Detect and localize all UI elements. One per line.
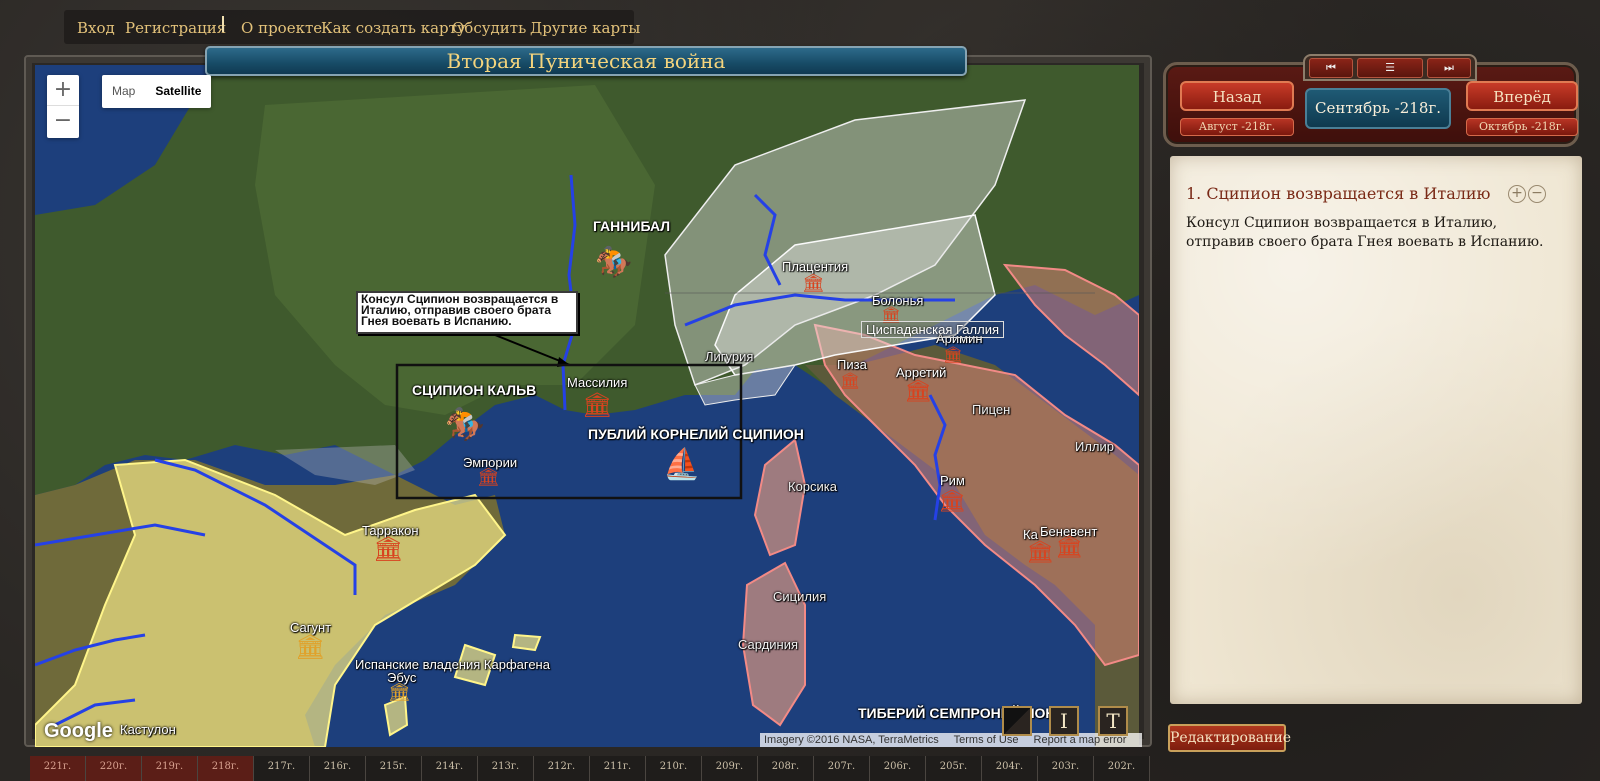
temple-icon-placentia[interactable]: 🏛 [802,273,825,294]
map-title: Вторая Пуническая война [205,46,967,76]
map-type-map-button[interactable]: Map [102,75,145,108]
edit-button[interactable]: Редактирование [1168,724,1291,752]
google-logo: Google [44,720,113,742]
register-link[interactable]: Регистрация [125,19,226,37]
year-208[interactable]: 208г. [758,756,814,781]
year-timeline: 221г. 220г. 219г. 218г. 217г. 216г. 215г… [30,756,1150,781]
label-corsica: Корсика [788,479,837,494]
year-206[interactable]: 206г. [870,756,926,781]
label-scipio-calvus: СЦИПИОН КАЛЬВ [412,382,537,398]
year-214[interactable]: 214г. [422,756,478,781]
year-220[interactable]: 220г. [86,756,142,781]
label-liguria: Лигурия [705,349,754,364]
year-203[interactable]: 203г. [1038,756,1094,781]
prev-date-button[interactable]: Август -218г. [1180,118,1294,136]
year-221[interactable]: 221г. [30,756,86,781]
map-type-satellite-button[interactable]: Satellite [145,75,211,108]
year-210[interactable]: 210г. [646,756,702,781]
year-202[interactable]: 202г. [1094,756,1150,781]
year-216[interactable]: 216г. [310,756,366,781]
nav-separator [222,16,224,32]
year-215[interactable]: 215г. [366,756,422,781]
island-formentera [511,633,542,652]
arrow-tool-button[interactable] [1002,706,1032,736]
back-button[interactable]: Назад [1180,81,1294,111]
temple-icon-beneventum[interactable]: 🏛 [1055,535,1083,560]
year-204[interactable]: 204г. [982,756,1038,781]
year-217[interactable]: 217г. [254,756,310,781]
year-213[interactable]: 213г. [478,756,534,781]
label-sardinia: Сардиния [738,637,799,652]
label-pisa: Пиза [837,357,867,372]
discuss-link[interactable]: Обсудить [452,19,526,37]
cavalry-icon-hannibal[interactable]: 🏇 [595,245,632,280]
italic-tool-icon: I [1060,709,1068,733]
event-description: Консул Сципион возвращается в Италию, от… [1186,215,1544,250]
label-picenum: Пицен [972,402,1011,417]
italic-tool-button[interactable]: I [1049,706,1079,736]
year-205[interactable]: 205г. [926,756,982,781]
text-tool-icon: T [1106,709,1120,733]
temple-icon-tarraco[interactable]: 🏛 [373,535,403,563]
island-corsica [753,438,807,557]
label-rome: Рим [940,473,965,488]
list-button[interactable]: ☰ [1357,58,1423,78]
label-hannibal: ГАННИБАЛ [593,218,671,234]
temple-icon-saguntum[interactable]: 🏛 [295,633,325,661]
temple-icon-massilia[interactable]: 🏛 [582,391,612,419]
map-type-control: Map Satellite [102,75,212,108]
temple-icon-emporiae[interactable]: 🏛 [477,467,500,488]
temple-icon-ariminum[interactable]: 🏛 [943,345,963,364]
zoom-in-button[interactable]: + [47,75,79,106]
zoom-minus-icon[interactable]: − [1528,185,1546,203]
page-controls: ⏮ ☰ ⏭ [1303,54,1477,81]
about-link[interactable]: О проекте [241,19,322,37]
label-sicily: Сицилия [773,589,827,604]
temple-icon-arretium[interactable]: 🏛 [904,379,932,404]
last-page-button[interactable]: ⏭ [1427,58,1471,78]
map-attribution: Imagery ©2016 NASA, TerraMetrics Terms o… [760,733,1143,747]
zoom-control: + − [47,75,79,138]
cavalry-icon-scipio[interactable]: 🏇 [445,405,485,443]
how-to-link[interactable]: Как создать карту [321,19,466,37]
attribution-text: Imagery ©2016 NASA, TerraMetrics [764,734,939,746]
year-207[interactable]: 207г. [814,756,870,781]
other-maps-link[interactable]: Другие карты [530,19,640,37]
map-callout: Консул Сципион возвращается в Италию, от… [356,291,578,334]
event-title[interactable]: 1. Сципион возвращается в Италию [1186,184,1490,203]
year-212[interactable]: 212г. [534,756,590,781]
roman-territory [813,323,1139,667]
year-219[interactable]: 219г. [142,756,198,781]
first-page-button[interactable]: ⏮ [1309,58,1353,78]
zoom-plus-icon[interactable]: + [1508,185,1526,203]
label-arretium: Арретий [896,365,947,380]
temple-icon-pisa[interactable]: 🏛 [840,371,860,390]
label-publius: ПУБЛИЙ КОРНЕЛИЙ СЦИПИОН [588,426,804,442]
label-illyria: Иллир [1075,439,1115,454]
year-209[interactable]: 209г. [702,756,758,781]
forward-button[interactable]: Вперёд [1466,81,1578,111]
text-tool-button[interactable]: T [1098,706,1128,736]
year-211[interactable]: 211г. [590,756,646,781]
label-spanish-carthage: Испанские владения Карфагена [355,657,550,672]
label-kastulon: Кастулон [120,722,176,737]
temple-icon-ebus[interactable]: 🏛 [388,682,411,703]
next-date-button[interactable]: Октябрь -218г. [1466,118,1578,136]
current-date: Сентябрь -218г. [1305,88,1451,129]
label-cispadane: Циспаданская Галлия [861,321,1005,338]
temple-icon-capua[interactable]: 🏛 [1026,540,1054,565]
label-massilia: Массилия [567,375,628,390]
top-nav: Вход Регистрация О проекте Как создать к… [0,0,1600,50]
label-placentia: Плацентия [782,259,849,274]
satellite-map[interactable]: ГАННИБАЛ СЦИПИОН КАЛЬВ ПУБЛИЙ КОРНЕЛИЙ С… [35,65,1139,747]
login-link[interactable]: Вход [77,19,115,37]
ship-icon[interactable]: ⛵ [663,447,700,482]
label-tiberius: ТИБЕРИЙ СЕМПРОНИЙ ЛОНГ [858,705,1064,721]
temple-icon-rome[interactable]: 🏛 [938,489,966,514]
zoom-out-button[interactable]: − [47,106,79,137]
year-218[interactable]: 218г. [198,756,254,781]
